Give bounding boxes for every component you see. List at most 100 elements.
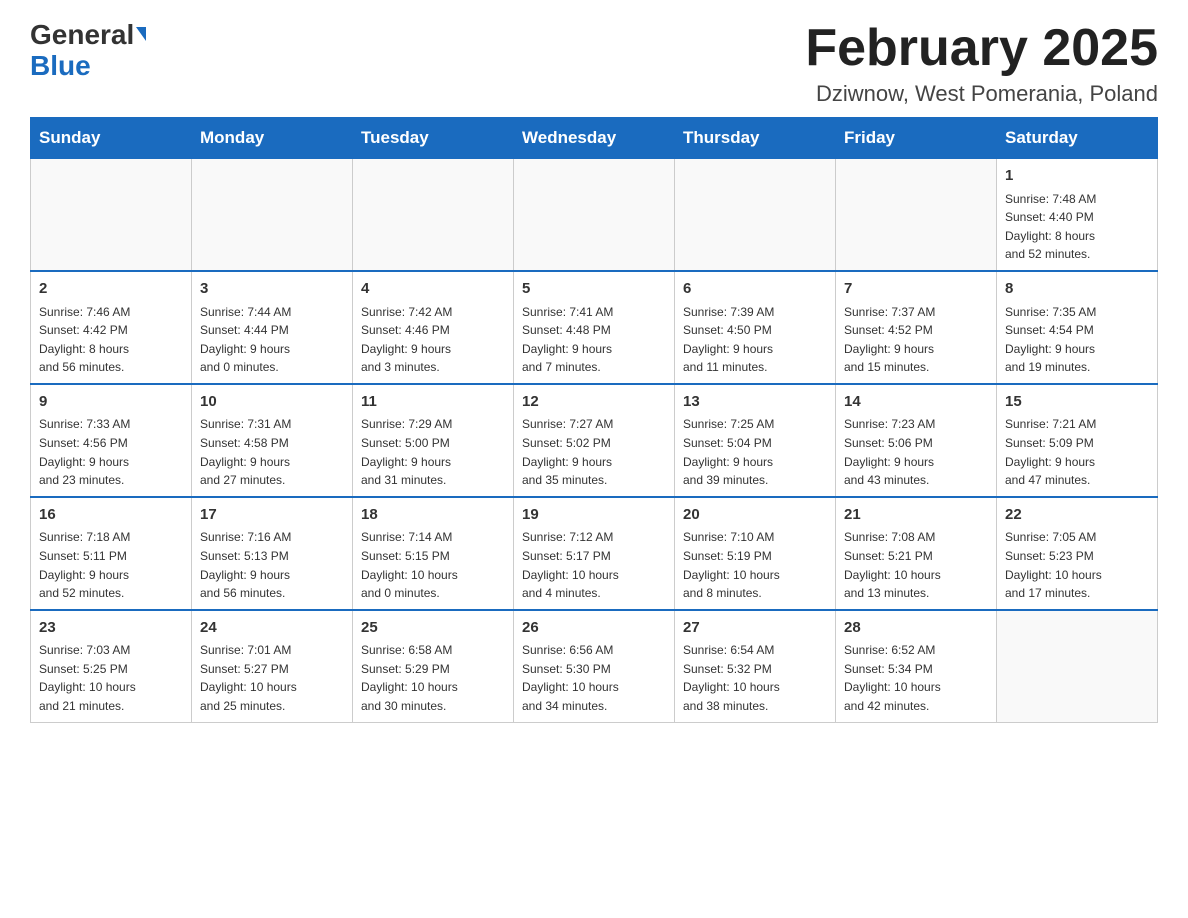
calendar-cell: 15Sunrise: 7:21 AM Sunset: 5:09 PM Dayli… (997, 384, 1158, 497)
day-number: 7 (844, 278, 988, 301)
calendar-cell: 24Sunrise: 7:01 AM Sunset: 5:27 PM Dayli… (192, 610, 353, 722)
day-number: 8 (1005, 278, 1149, 301)
weekday-header-wednesday: Wednesday (514, 118, 675, 159)
calendar-cell (836, 159, 997, 271)
day-info: Sunrise: 7:48 AM Sunset: 4:40 PM Dayligh… (1005, 190, 1149, 264)
calendar-cell: 8Sunrise: 7:35 AM Sunset: 4:54 PM Daylig… (997, 271, 1158, 384)
day-number: 19 (522, 504, 666, 527)
day-number: 16 (39, 504, 183, 527)
day-info: Sunrise: 7:14 AM Sunset: 5:15 PM Dayligh… (361, 528, 505, 602)
calendar-week-row: 16Sunrise: 7:18 AM Sunset: 5:11 PM Dayli… (31, 497, 1158, 610)
day-info: Sunrise: 7:41 AM Sunset: 4:48 PM Dayligh… (522, 303, 666, 377)
day-info: Sunrise: 7:44 AM Sunset: 4:44 PM Dayligh… (200, 303, 344, 377)
day-number: 11 (361, 391, 505, 414)
day-info: Sunrise: 7:05 AM Sunset: 5:23 PM Dayligh… (1005, 528, 1149, 602)
page-header: GeneralBlue February 2025 Dziwnow, West … (30, 20, 1158, 107)
day-number: 21 (844, 504, 988, 527)
subtitle: Dziwnow, West Pomerania, Poland (805, 81, 1158, 107)
day-info: Sunrise: 7:23 AM Sunset: 5:06 PM Dayligh… (844, 415, 988, 489)
day-info: Sunrise: 7:33 AM Sunset: 4:56 PM Dayligh… (39, 415, 183, 489)
day-info: Sunrise: 7:01 AM Sunset: 5:27 PM Dayligh… (200, 641, 344, 715)
calendar-cell (192, 159, 353, 271)
day-number: 3 (200, 278, 344, 301)
calendar-cell: 1Sunrise: 7:48 AM Sunset: 4:40 PM Daylig… (997, 159, 1158, 271)
calendar-cell (353, 159, 514, 271)
day-number: 4 (361, 278, 505, 301)
calendar-table: SundayMondayTuesdayWednesdayThursdayFrid… (30, 117, 1158, 722)
weekday-header-sunday: Sunday (31, 118, 192, 159)
day-info: Sunrise: 7:39 AM Sunset: 4:50 PM Dayligh… (683, 303, 827, 377)
calendar-cell: 17Sunrise: 7:16 AM Sunset: 5:13 PM Dayli… (192, 497, 353, 610)
calendar-cell (997, 610, 1158, 722)
day-info: Sunrise: 7:35 AM Sunset: 4:54 PM Dayligh… (1005, 303, 1149, 377)
calendar-cell: 21Sunrise: 7:08 AM Sunset: 5:21 PM Dayli… (836, 497, 997, 610)
day-number: 27 (683, 617, 827, 640)
day-number: 13 (683, 391, 827, 414)
day-info: Sunrise: 7:27 AM Sunset: 5:02 PM Dayligh… (522, 415, 666, 489)
logo-triangle-icon (136, 27, 146, 41)
day-info: Sunrise: 6:56 AM Sunset: 5:30 PM Dayligh… (522, 641, 666, 715)
calendar-cell: 16Sunrise: 7:18 AM Sunset: 5:11 PM Dayli… (31, 497, 192, 610)
day-number: 15 (1005, 391, 1149, 414)
calendar-cell: 14Sunrise: 7:23 AM Sunset: 5:06 PM Dayli… (836, 384, 997, 497)
day-info: Sunrise: 7:08 AM Sunset: 5:21 PM Dayligh… (844, 528, 988, 602)
day-number: 5 (522, 278, 666, 301)
day-info: Sunrise: 7:10 AM Sunset: 5:19 PM Dayligh… (683, 528, 827, 602)
day-number: 17 (200, 504, 344, 527)
calendar-cell: 13Sunrise: 7:25 AM Sunset: 5:04 PM Dayli… (675, 384, 836, 497)
title-block: February 2025 Dziwnow, West Pomerania, P… (805, 20, 1158, 107)
main-title: February 2025 (805, 20, 1158, 77)
weekday-header-row: SundayMondayTuesdayWednesdayThursdayFrid… (31, 118, 1158, 159)
calendar-cell: 27Sunrise: 6:54 AM Sunset: 5:32 PM Dayli… (675, 610, 836, 722)
weekday-header-monday: Monday (192, 118, 353, 159)
calendar-week-row: 2Sunrise: 7:46 AM Sunset: 4:42 PM Daylig… (31, 271, 1158, 384)
day-info: Sunrise: 7:37 AM Sunset: 4:52 PM Dayligh… (844, 303, 988, 377)
day-info: Sunrise: 6:58 AM Sunset: 5:29 PM Dayligh… (361, 641, 505, 715)
logo-blue-text: Blue (30, 50, 91, 81)
day-info: Sunrise: 6:54 AM Sunset: 5:32 PM Dayligh… (683, 641, 827, 715)
day-info: Sunrise: 7:25 AM Sunset: 5:04 PM Dayligh… (683, 415, 827, 489)
day-number: 26 (522, 617, 666, 640)
day-info: Sunrise: 7:46 AM Sunset: 4:42 PM Dayligh… (39, 303, 183, 377)
calendar-cell (31, 159, 192, 271)
day-number: 25 (361, 617, 505, 640)
day-info: Sunrise: 7:18 AM Sunset: 5:11 PM Dayligh… (39, 528, 183, 602)
day-info: Sunrise: 7:12 AM Sunset: 5:17 PM Dayligh… (522, 528, 666, 602)
day-info: Sunrise: 7:29 AM Sunset: 5:00 PM Dayligh… (361, 415, 505, 489)
calendar-cell: 10Sunrise: 7:31 AM Sunset: 4:58 PM Dayli… (192, 384, 353, 497)
day-info: Sunrise: 6:52 AM Sunset: 5:34 PM Dayligh… (844, 641, 988, 715)
calendar-cell: 7Sunrise: 7:37 AM Sunset: 4:52 PM Daylig… (836, 271, 997, 384)
calendar-cell: 20Sunrise: 7:10 AM Sunset: 5:19 PM Dayli… (675, 497, 836, 610)
calendar-week-row: 9Sunrise: 7:33 AM Sunset: 4:56 PM Daylig… (31, 384, 1158, 497)
day-number: 18 (361, 504, 505, 527)
calendar-cell: 11Sunrise: 7:29 AM Sunset: 5:00 PM Dayli… (353, 384, 514, 497)
calendar-cell: 9Sunrise: 7:33 AM Sunset: 4:56 PM Daylig… (31, 384, 192, 497)
calendar-cell: 28Sunrise: 6:52 AM Sunset: 5:34 PM Dayli… (836, 610, 997, 722)
weekday-header-tuesday: Tuesday (353, 118, 514, 159)
calendar-cell: 3Sunrise: 7:44 AM Sunset: 4:44 PM Daylig… (192, 271, 353, 384)
calendar-cell: 5Sunrise: 7:41 AM Sunset: 4:48 PM Daylig… (514, 271, 675, 384)
day-number: 12 (522, 391, 666, 414)
day-number: 24 (200, 617, 344, 640)
day-info: Sunrise: 7:21 AM Sunset: 5:09 PM Dayligh… (1005, 415, 1149, 489)
calendar-week-row: 1Sunrise: 7:48 AM Sunset: 4:40 PM Daylig… (31, 159, 1158, 271)
calendar-cell (675, 159, 836, 271)
day-number: 22 (1005, 504, 1149, 527)
calendar-cell: 12Sunrise: 7:27 AM Sunset: 5:02 PM Dayli… (514, 384, 675, 497)
day-number: 23 (39, 617, 183, 640)
calendar-cell: 18Sunrise: 7:14 AM Sunset: 5:15 PM Dayli… (353, 497, 514, 610)
logo: GeneralBlue (30, 20, 146, 82)
calendar-cell: 23Sunrise: 7:03 AM Sunset: 5:25 PM Dayli… (31, 610, 192, 722)
day-info: Sunrise: 7:31 AM Sunset: 4:58 PM Dayligh… (200, 415, 344, 489)
calendar-cell: 19Sunrise: 7:12 AM Sunset: 5:17 PM Dayli… (514, 497, 675, 610)
calendar-cell (514, 159, 675, 271)
day-number: 6 (683, 278, 827, 301)
day-number: 10 (200, 391, 344, 414)
weekday-header-saturday: Saturday (997, 118, 1158, 159)
calendar-cell: 2Sunrise: 7:46 AM Sunset: 4:42 PM Daylig… (31, 271, 192, 384)
calendar-cell: 4Sunrise: 7:42 AM Sunset: 4:46 PM Daylig… (353, 271, 514, 384)
weekday-header-friday: Friday (836, 118, 997, 159)
day-info: Sunrise: 7:42 AM Sunset: 4:46 PM Dayligh… (361, 303, 505, 377)
calendar-cell: 25Sunrise: 6:58 AM Sunset: 5:29 PM Dayli… (353, 610, 514, 722)
day-number: 1 (1005, 165, 1149, 188)
